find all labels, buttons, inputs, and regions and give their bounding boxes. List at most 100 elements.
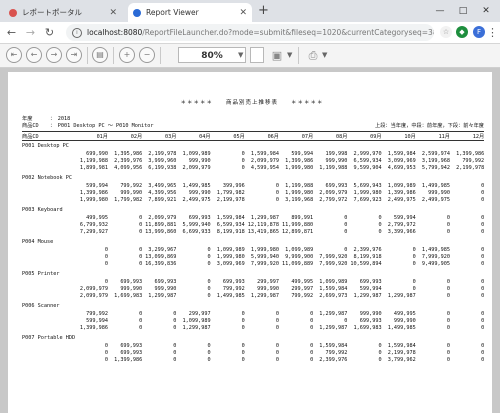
table-cell: 0 xyxy=(481,286,485,292)
table-cell: 1,399,986 xyxy=(79,190,108,196)
table-row: 1,899,981 4,099,956 6,199,938 2,099,979 0 4,5… xyxy=(22,165,484,172)
table-cell: 1,099,989 xyxy=(182,318,211,324)
bookmark-star-icon[interactable]: ☆ xyxy=(440,26,452,38)
tab-label: レポートポータル xyxy=(22,8,82,17)
table-cell: 699,993 xyxy=(120,279,143,285)
month-header: 06月 xyxy=(267,134,279,140)
chevron-down-icon[interactable]: ▼ xyxy=(238,47,243,63)
toolbar-separator xyxy=(298,47,299,64)
table-cell: 0 xyxy=(275,197,279,203)
table-cell: 1,395,986 xyxy=(114,151,143,157)
table-cell: 0 xyxy=(207,293,211,299)
table-cell: 2,199,978 xyxy=(216,197,245,203)
table-cell: 0 xyxy=(139,247,143,253)
table-cell: 11,099,889 xyxy=(281,261,314,267)
first-page-icon[interactable]: ⇤ xyxy=(6,47,22,63)
table-row: 599,994 799,992 3,499,965 1,499,985 399,996 0… xyxy=(22,183,484,190)
chevron-down-icon[interactable]: ▼ xyxy=(322,47,327,63)
extension-icon[interactable]: ◆ xyxy=(456,26,468,38)
table-cell: 0 xyxy=(275,325,279,331)
toolbar-separator xyxy=(160,47,161,64)
table-cell: 0 xyxy=(481,311,485,317)
table-cell: 1,999,980 xyxy=(285,190,314,196)
table-cell: 1,599,984 xyxy=(387,151,416,157)
next-page-icon[interactable]: → xyxy=(46,47,62,63)
table-cell: 16,399,836 xyxy=(145,261,177,267)
print-range-icon[interactable]: ▤ xyxy=(92,47,108,63)
zoom-in-icon[interactable]: + xyxy=(119,47,135,63)
table-cell: 0 xyxy=(378,215,382,221)
table-cell: 2,399,976 xyxy=(114,158,143,164)
table-cell: 999,990 xyxy=(393,318,416,324)
profile-avatar[interactable]: F xyxy=(473,26,485,38)
table-cell: 4,599,954 xyxy=(250,165,279,171)
table-cell: 1,999,980 xyxy=(79,197,108,203)
menu-dots-icon[interactable]: ⋮ xyxy=(487,25,498,40)
table-cell: 199,998 xyxy=(325,151,348,157)
table-cell: 0 xyxy=(139,222,143,228)
table-cell: 2,099,979 xyxy=(182,165,211,171)
report-viewer-favicon-icon xyxy=(133,8,141,17)
maximize-button[interactable]: □ xyxy=(453,0,473,22)
close-icon[interactable]: ✕ xyxy=(106,8,117,18)
table-cell: 1,899,981 xyxy=(79,165,108,171)
report-portal-favicon-icon xyxy=(9,8,17,17)
table-cell: 4,099,956 xyxy=(114,165,143,171)
table-cell: 0 xyxy=(173,350,177,356)
table-cell: 0 xyxy=(207,350,211,356)
table-row: 6,799,932 0 11,899,881 5,999,940 6,599,934 12… xyxy=(22,222,484,229)
close-window-button[interactable]: ✕ xyxy=(476,0,496,22)
address-bar[interactable]: i localhost:8080/ReportFileLauncher.do?m… xyxy=(66,24,434,41)
close-icon[interactable]: ✕ xyxy=(236,8,247,18)
toolbar-separator xyxy=(113,47,114,64)
reload-icon[interactable]: ↻ xyxy=(42,25,57,40)
table-cell: 0 xyxy=(310,311,314,317)
table-cell: 2,199,978 xyxy=(456,165,485,171)
table-cell: 699,993 xyxy=(188,215,211,221)
table-cell: 499,995 xyxy=(393,311,416,317)
zoom-out-icon[interactable]: − xyxy=(139,47,155,63)
table-cell: 8,199,918 xyxy=(353,254,382,260)
last-page-icon[interactable]: ⇥ xyxy=(66,47,82,63)
table-cell: 0 xyxy=(275,183,279,189)
table-cell: 699,993 xyxy=(359,318,382,324)
table-cell: 7,999,920 xyxy=(319,254,348,260)
save-icon[interactable]: ▣ xyxy=(268,47,286,64)
new-tab-button[interactable]: + xyxy=(258,3,269,19)
table-cell: 999,990 xyxy=(359,311,382,317)
table-cell: 1,399,986 xyxy=(285,158,314,164)
table-cell: 2,099,979 xyxy=(148,215,177,221)
info-icon[interactable]: i xyxy=(72,27,82,38)
table-cell: 999,990 xyxy=(188,190,211,196)
table-cell: 1,799,982 xyxy=(114,197,143,203)
table-cell: 0 xyxy=(275,190,279,196)
tab-report-portal[interactable]: レポートポータル ✕ xyxy=(4,3,122,22)
table-row: 0 699,993 0 0 0 0 0 799,992 0 2,199,978 0 0 xyxy=(22,350,484,357)
table-cell: 1,399,986 xyxy=(79,325,108,331)
chevron-down-icon[interactable]: ▼ xyxy=(287,47,292,63)
table-cell: 0 xyxy=(344,222,348,228)
table-cell: 1,499,985 xyxy=(182,183,211,189)
table-cell: 6,799,932 xyxy=(79,222,108,228)
table-cell: 2,099,979 xyxy=(79,293,108,299)
forward-arrow-icon[interactable]: → xyxy=(23,25,38,40)
table-cell: 12,899,871 xyxy=(281,229,314,235)
tab-report-viewer[interactable]: Report Viewer ✕ xyxy=(128,3,252,22)
format-select[interactable] xyxy=(250,47,264,63)
back-arrow-icon[interactable]: ← xyxy=(4,25,19,40)
zoom-select[interactable]: 80% xyxy=(178,47,246,63)
column-header-product-cd: 商品CD xyxy=(22,134,39,140)
table-cell: 2,799,972 xyxy=(319,197,348,203)
table-cell: 0 xyxy=(481,254,485,260)
table-cell: 0 xyxy=(344,247,348,253)
table-cell: 0 xyxy=(412,247,416,253)
print-icon[interactable]: ⎙ xyxy=(304,47,322,64)
table-cell: 0 xyxy=(207,247,211,253)
month-header: 11月 xyxy=(438,134,450,140)
previous-page-icon[interactable]: ← xyxy=(26,47,42,63)
minimize-button[interactable]: — xyxy=(430,0,450,22)
table-cell: 1,599,984 xyxy=(319,286,348,292)
table-cell: 0 xyxy=(446,343,450,349)
table-cell: 3,199,968 xyxy=(285,197,314,203)
table-cell: 0 xyxy=(275,343,279,349)
